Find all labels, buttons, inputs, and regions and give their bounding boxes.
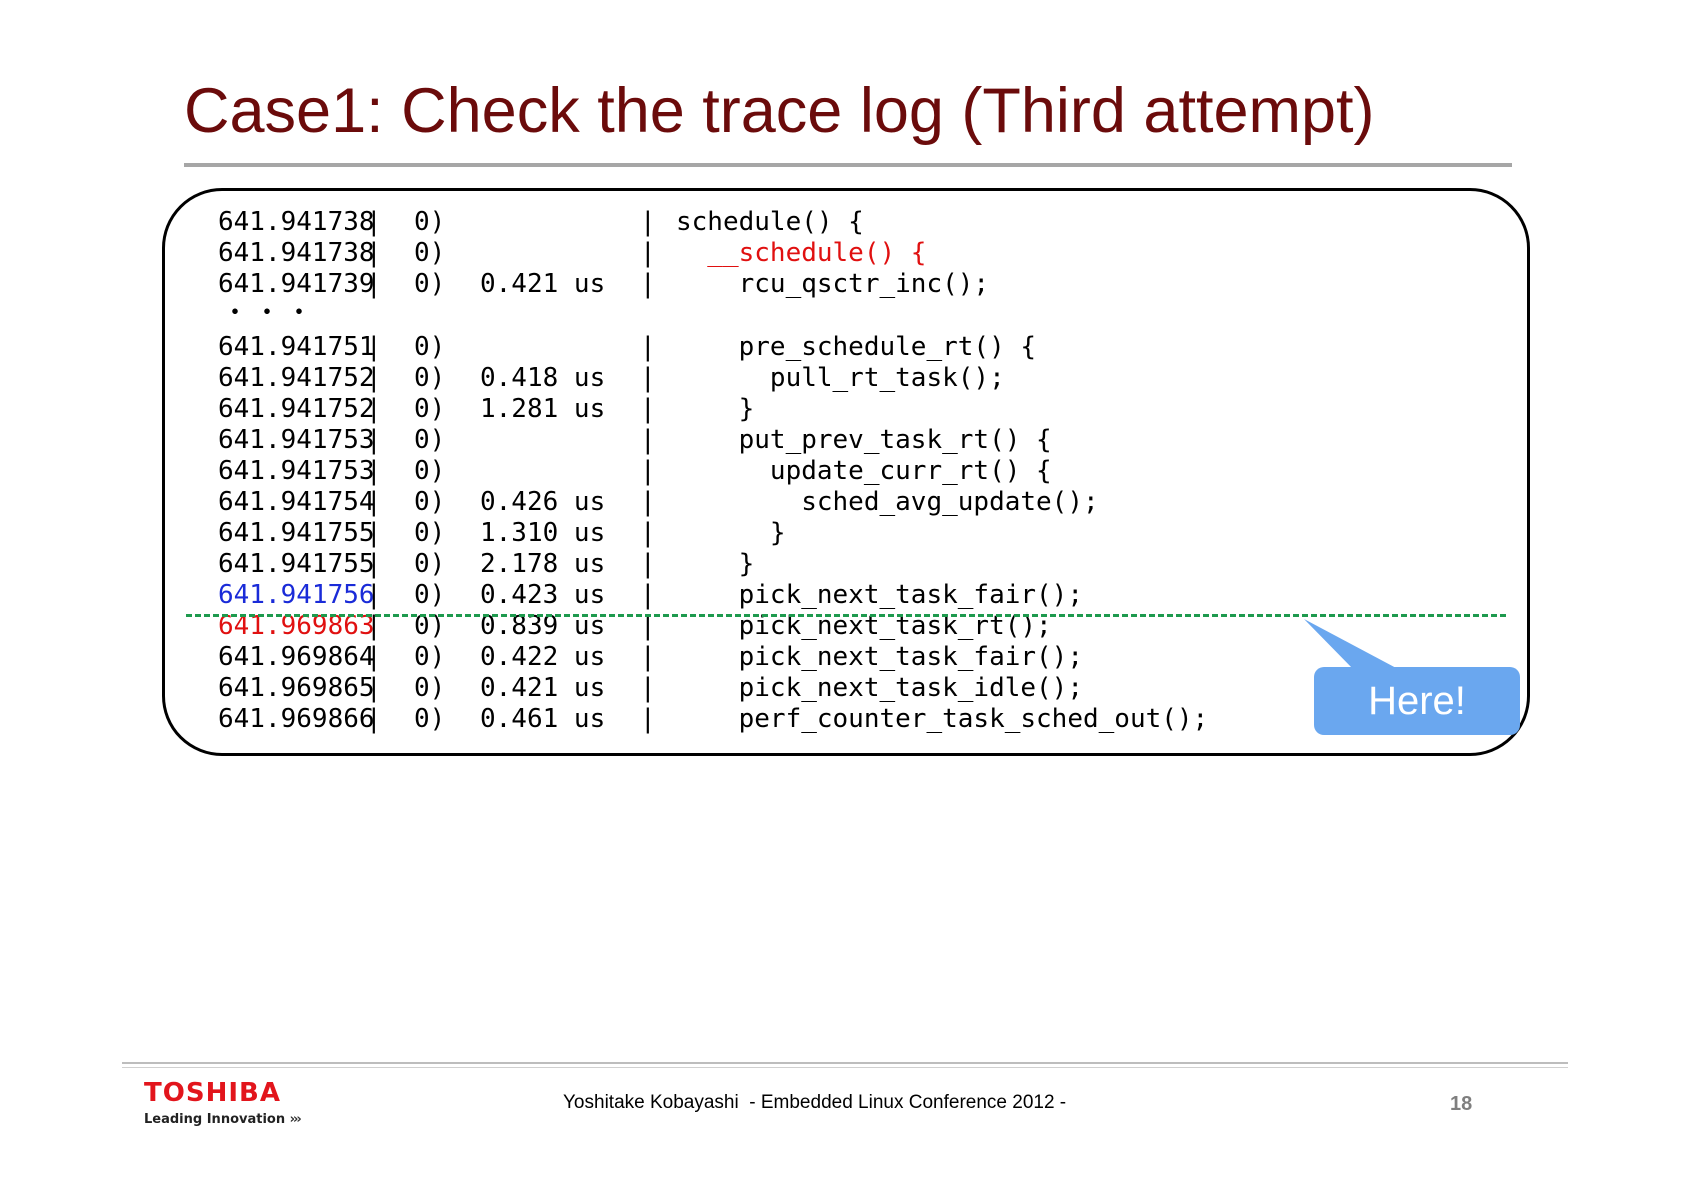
toshiba-logo: TOSHIBA Leading Innovation ››› (144, 1078, 302, 1127)
here-callout: Here! (1314, 667, 1520, 735)
callout-pointer-shape (1304, 619, 1400, 670)
logo-tagline-row: Leading Innovation ››› (144, 1112, 302, 1127)
footer-divider (122, 1062, 1568, 1064)
chevron-right-icon: ››› (289, 1112, 302, 1127)
logo-tagline: Leading Innovation (144, 1112, 286, 1127)
logo-name: TOSHIBA (144, 1078, 281, 1108)
page-number: 18 (1450, 1093, 1473, 1115)
presenter-footer: Yoshitake Kobayashi - Embedded Linux Con… (563, 1092, 1067, 1113)
footer-divider-secondary (122, 1067, 1568, 1068)
callout-pointer (1304, 619, 1400, 670)
